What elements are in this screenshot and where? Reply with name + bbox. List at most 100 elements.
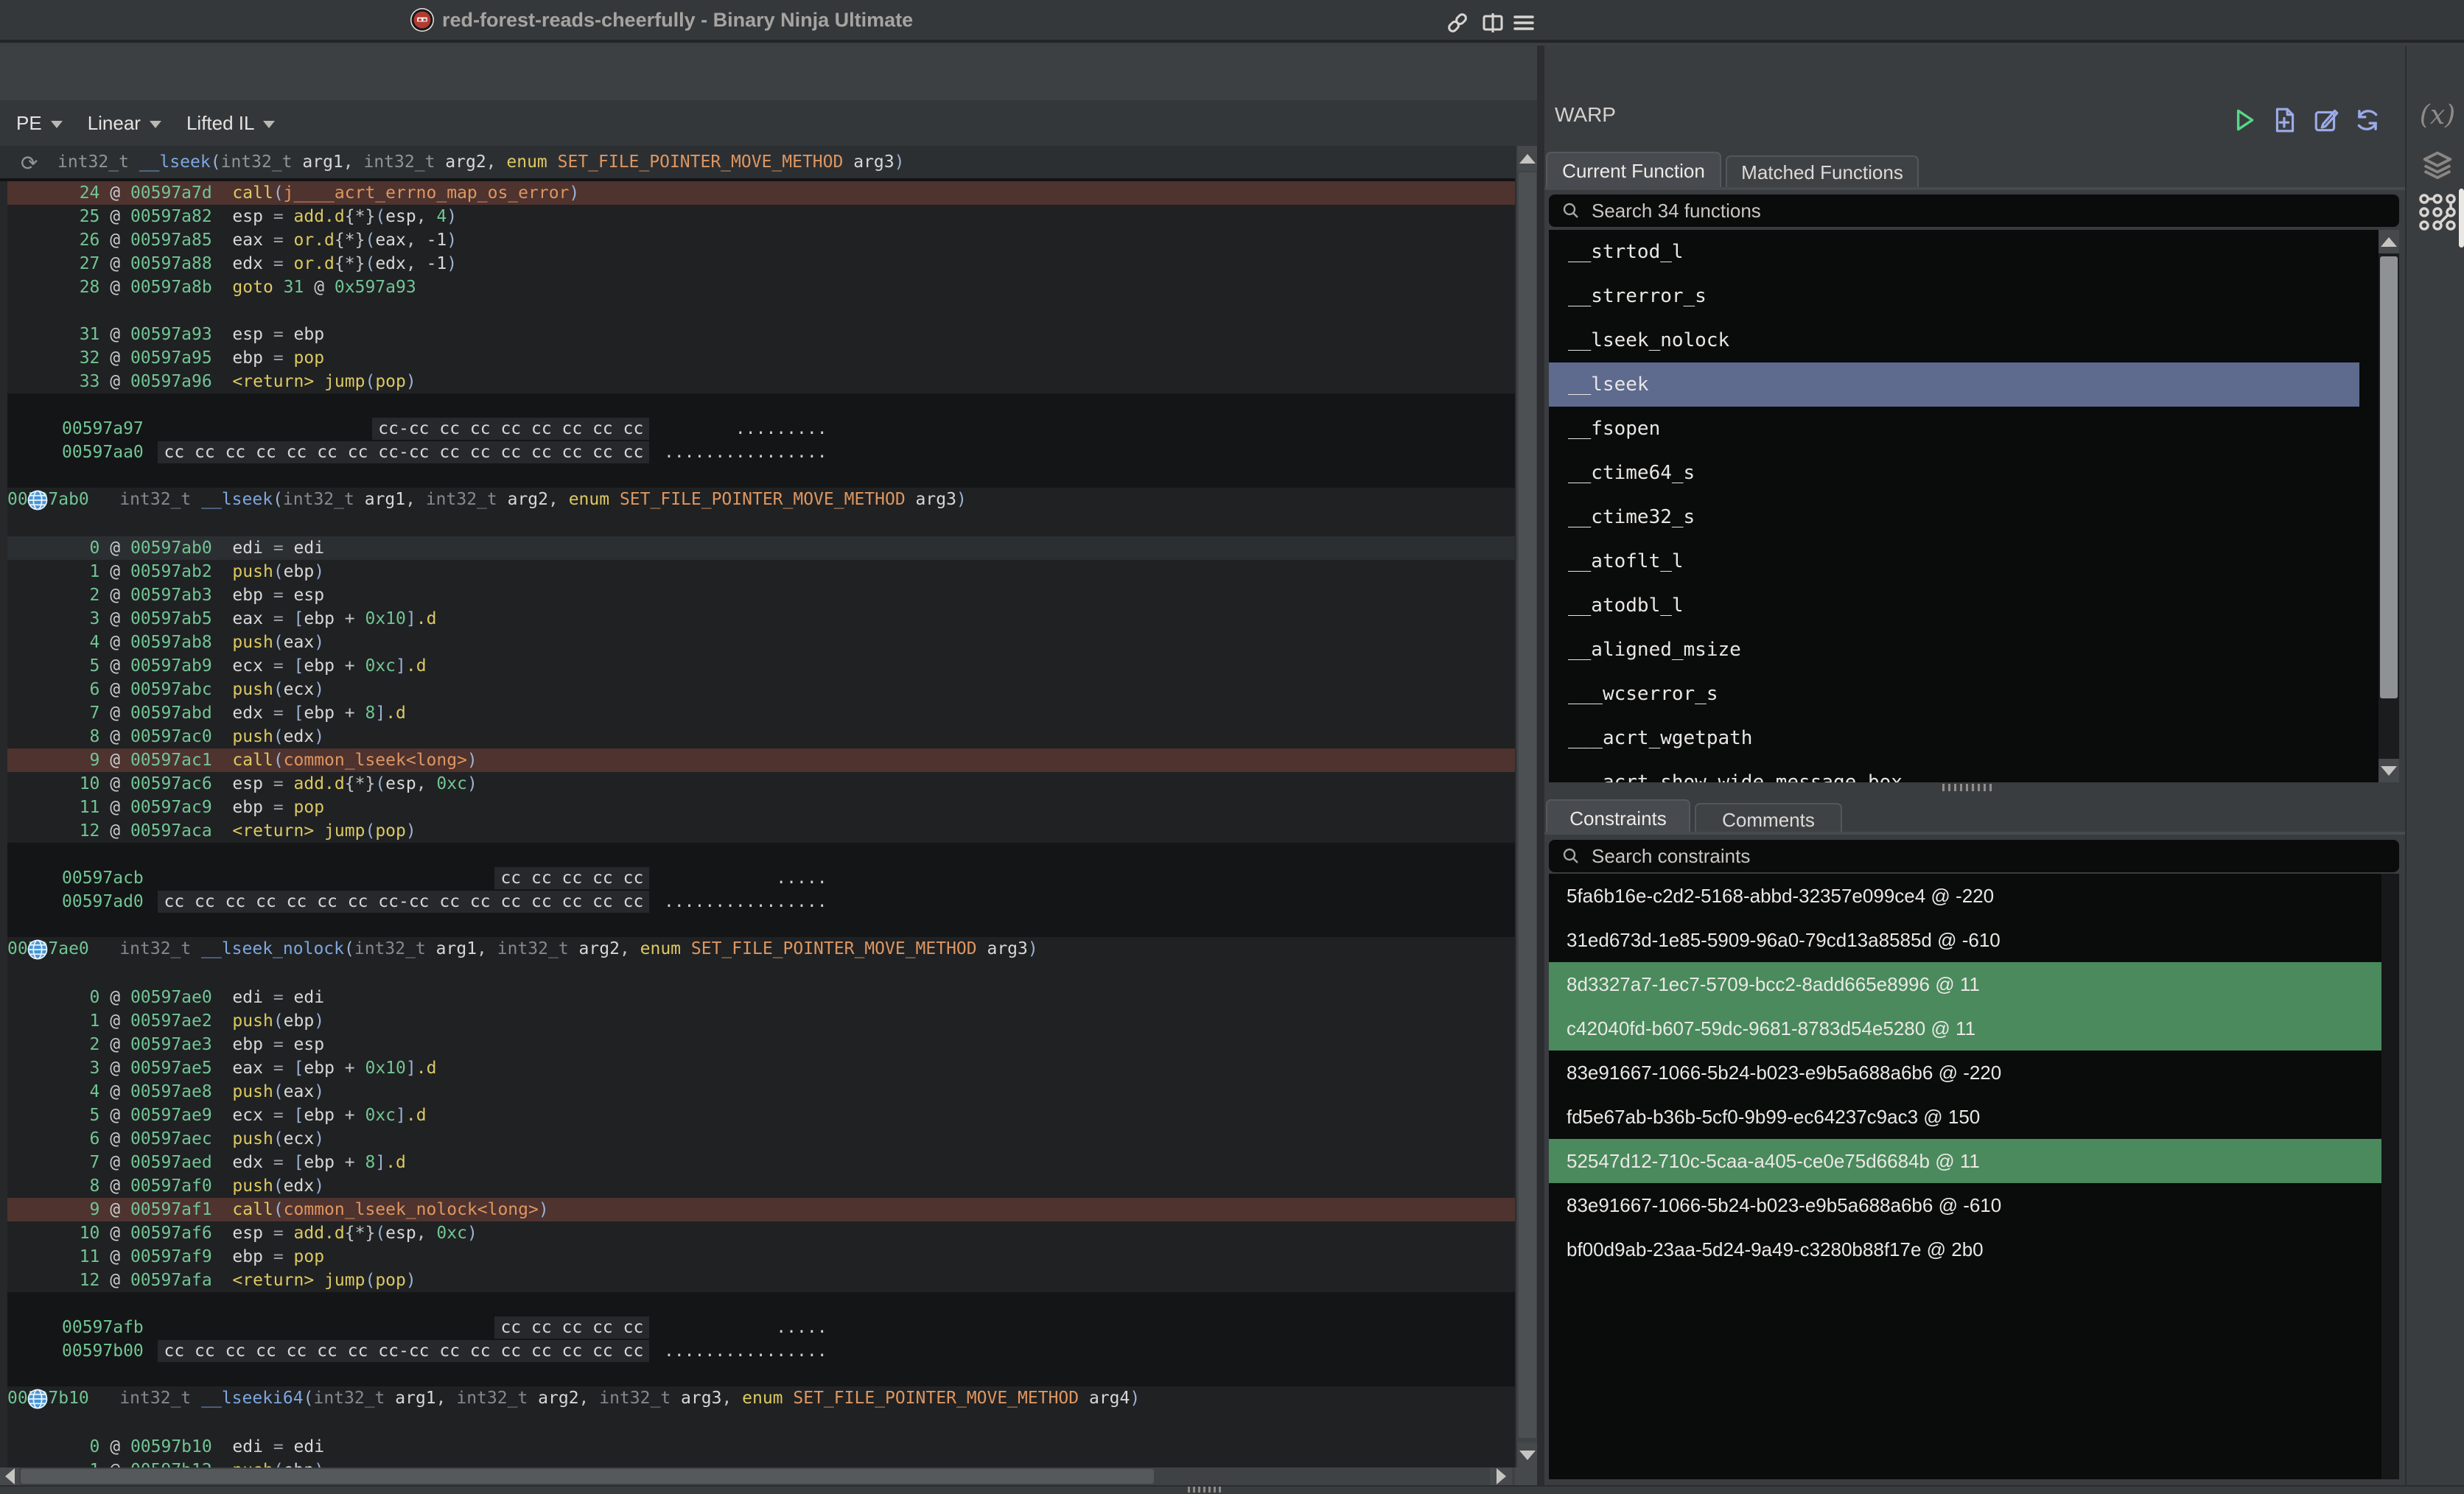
hamburger-menu-icon[interactable] — [1511, 10, 1537, 36]
constraint-search-input[interactable]: Search constraints — [1549, 840, 2399, 872]
hex-line[interactable]: 00597b00 cc cc cc cc cc cc cc cc-cc cc c… — [7, 1339, 1515, 1363]
layers-icon[interactable] — [2418, 147, 2457, 186]
code-line[interactable]: 0 @ 00597b10 edi = edi — [7, 1435, 1515, 1459]
hex-line[interactable]: 00597afb cc cc cc cc cc ..... — [7, 1316, 1515, 1339]
constraint-list[interactable]: 5fa6b16e-c2d2-5168-abbd-32357e099ce4 @ -… — [1549, 874, 2399, 1479]
function-list-item[interactable]: ___acrt_wgetpath — [1549, 716, 2359, 760]
code-line[interactable]: 6 @ 00597abc push(ecx) — [7, 678, 1515, 701]
constraint-item[interactable]: bf00d9ab-23aa-5d24-9a49-c3280b88f17e @ 2… — [1549, 1227, 2381, 1272]
link-icon[interactable] — [1444, 10, 1471, 36]
constraint-item[interactable]: 5fa6b16e-c2d2-5168-abbd-32357e099ce4 @ -… — [1549, 874, 2381, 918]
function-list-item[interactable]: __aligned_msize — [1549, 628, 2359, 672]
code-line[interactable]: 9 @ 00597af1 call(common_lseek_nolock<lo… — [7, 1198, 1515, 1221]
code-line[interactable]: 25 @ 00597a82 esp = add.d{*}(esp, 4) — [7, 205, 1515, 228]
view-layout-dropdown[interactable]: Linear — [88, 112, 161, 135]
hex-line[interactable]: 00597a97 cc-cc cc cc cc cc cc cc cc ....… — [7, 417, 1515, 441]
constraint-item[interactable]: 52547d12-710c-5caa-a405-ce0e75d6684b @ 1… — [1549, 1139, 2381, 1183]
bottom-splitter-handle[interactable] — [1188, 1487, 1222, 1493]
code-line[interactable]: 0 @ 00597ae0 edi = edi — [7, 986, 1515, 1009]
pane-splitter[interactable] — [1537, 46, 1544, 1485]
scroll-left-button[interactable] — [0, 1467, 19, 1485]
constraint-item[interactable]: 83e91667-1066-5b24-b023-e9b5a688a6b6 @ -… — [1549, 1051, 2381, 1095]
code-line[interactable]: 31 @ 00597a93 esp = ebp — [7, 323, 1515, 346]
hex-line[interactable]: 00597acb cc cc cc cc cc ..... — [7, 866, 1515, 890]
function-match-list[interactable]: __strtod_l__strerror_s__lseek_nolock__ls… — [1549, 230, 2399, 782]
code-line[interactable]: 6 @ 00597aec push(ecx) — [7, 1127, 1515, 1151]
function-header-line[interactable]: 00597b10 int32_t __lseeki64(int32_t arg1… — [7, 1386, 1515, 1410]
code-line[interactable]: 1 @ 00597b12 push(ebp) — [7, 1459, 1515, 1467]
code-line[interactable]: 11 @ 00597af9 ebp = pop — [7, 1245, 1515, 1269]
panel-splitter-handle[interactable] — [1942, 784, 1995, 791]
function-list-item[interactable]: __strtod_l — [1549, 230, 2359, 274]
warp-pattern-icon[interactable] — [2418, 193, 2457, 231]
function-list-item[interactable]: __atoflt_l — [1549, 539, 2359, 583]
constraint-item[interactable]: 8d3327a7-1ec7-5709-bcc2-8add665e8996 @ 1… — [1549, 962, 2381, 1006]
function-list-item[interactable]: __strerror_s — [1549, 274, 2359, 318]
constraint-item[interactable]: c42040fd-b607-59dc-9681-8783d54e5280 @ 1… — [1549, 1006, 2381, 1051]
function-list-item[interactable]: ___acrt_show_wide_message_box — [1549, 760, 2359, 782]
run-matcher-icon[interactable] — [2230, 106, 2258, 134]
code-line[interactable]: 8 @ 00597ac0 push(edx) — [7, 725, 1515, 748]
code-line[interactable]: 28 @ 00597a8b goto 31 @ 0x597a93 — [7, 276, 1515, 299]
expression-x-icon[interactable]: (x) — [2418, 100, 2457, 130]
function-list-item[interactable]: __ctime32_s — [1549, 495, 2359, 539]
scroll-down-button[interactable] — [2379, 759, 2399, 782]
code-line[interactable]: 1 @ 00597ab2 push(ebp) — [7, 560, 1515, 583]
split-view-icon[interactable] — [1480, 10, 1506, 36]
binary-type-dropdown[interactable]: PE — [16, 112, 63, 135]
code-line[interactable]: 26 @ 00597a85 eax = or.d{*}(eax, -1) — [7, 228, 1515, 252]
code-line[interactable]: 7 @ 00597aed edx = [ebp + 8].d — [7, 1151, 1515, 1174]
code-line[interactable]: 27 @ 00597a88 edx = or.d{*}(edx, -1) — [7, 252, 1515, 276]
code-line[interactable]: 32 @ 00597a95 ebp = pop — [7, 346, 1515, 370]
code-line[interactable]: 24 @ 00597a7d call(j____acrt_errno_map_o… — [7, 181, 1515, 205]
code-line[interactable]: 2 @ 00597ae3 ebp = esp — [7, 1033, 1515, 1056]
linear-disassembly-view[interactable]: ⟳int32_t __lseek(int32_t arg1, int32_t a… — [0, 146, 1515, 1467]
constraint-list-scrollbar[interactable] — [2381, 874, 2399, 1479]
code-line[interactable]: 5 @ 00597ab9 ecx = [ebp + 0xc].d — [7, 654, 1515, 678]
code-line[interactable]: 33 @ 00597a96 <return> jump(pop) — [7, 370, 1515, 393]
hex-line[interactable]: 00597aa0 cc cc cc cc cc cc cc cc-cc cc c… — [7, 441, 1515, 464]
sticky-function-signature[interactable]: ⟳int32_t __lseek(int32_t arg1, int32_t a… — [0, 146, 1515, 181]
code-line[interactable]: 2 @ 00597ab3 ebp = esp — [7, 583, 1515, 607]
function-list-scroll-thumb[interactable] — [2380, 256, 2398, 698]
code-line[interactable]: 10 @ 00597af6 esp = add.d{*}(esp, 0xc) — [7, 1221, 1515, 1245]
function-header-line[interactable]: 00597ae0 int32_t __lseek_nolock(int32_t … — [7, 937, 1515, 961]
vertical-scroll-thumb[interactable] — [1519, 172, 1536, 1438]
function-list-item[interactable]: __ctime64_s — [1549, 451, 2359, 495]
horizontal-scroll-thumb[interactable] — [21, 1469, 1154, 1484]
vertical-scrollbar[interactable] — [1515, 146, 1537, 1467]
constraint-item[interactable]: fd5e67ab-b36b-5cf0-9b99-ec64237c9ac3 @ 1… — [1549, 1095, 2381, 1139]
tab-matched-functions[interactable]: Matched Functions — [1726, 155, 1919, 187]
code-line[interactable]: 11 @ 00597ac9 ebp = pop — [7, 796, 1515, 819]
code-line[interactable]: 8 @ 00597af0 push(edx) — [7, 1174, 1515, 1198]
scroll-up-button[interactable] — [1518, 146, 1537, 171]
constraint-item[interactable]: 83e91667-1066-5b24-b023-e9b5a688a6b6 @ -… — [1549, 1183, 2381, 1227]
function-list-item[interactable]: __fsopen — [1549, 407, 2359, 451]
function-header-line[interactable]: 00597ab0 int32_t __lseek(int32_t arg1, i… — [7, 488, 1515, 511]
tab-current-function[interactable]: Current Function — [1546, 152, 1721, 187]
function-list-item[interactable]: __lseek — [1549, 362, 2359, 407]
code-line[interactable]: 3 @ 00597ab5 eax = [ebp + 0x10].d — [7, 607, 1515, 631]
constraint-item[interactable]: 31ed673d-1e85-5909-96a0-79cd13a8585d @ -… — [1549, 918, 2381, 962]
code-line[interactable]: 1 @ 00597ae2 push(ebp) — [7, 1009, 1515, 1033]
scroll-down-button[interactable] — [1518, 1442, 1537, 1467]
il-level-dropdown[interactable]: Lifted IL — [186, 112, 276, 135]
hex-line[interactable]: 00597ad0 cc cc cc cc cc cc cc cc-cc cc c… — [7, 890, 1515, 913]
edit-icon[interactable] — [2312, 106, 2340, 134]
tab-constraints[interactable]: Constraints — [1546, 799, 1690, 835]
function-list-item[interactable]: ___wcserror_s — [1549, 672, 2359, 716]
code-line[interactable]: 0 @ 00597ab0 edi = edi — [7, 536, 1515, 560]
refresh-icon[interactable] — [2353, 106, 2381, 134]
tab-comments[interactable]: Comments — [1695, 803, 1842, 835]
code-line[interactable]: 9 @ 00597ac1 call(common_lseek<long>) — [7, 748, 1515, 772]
horizontal-scrollbar[interactable] — [0, 1467, 1537, 1485]
function-list-item[interactable]: __atodbl_l — [1549, 583, 2359, 628]
code-line[interactable]: 12 @ 00597aca <return> jump(pop) — [7, 819, 1515, 843]
code-line[interactable]: 4 @ 00597ae8 push(eax) — [7, 1080, 1515, 1104]
function-search-input[interactable]: Search 34 functions — [1549, 194, 2399, 227]
scroll-right-button[interactable] — [1490, 1467, 1512, 1485]
function-list-item[interactable]: __lseek_nolock — [1549, 318, 2359, 362]
scroll-up-button[interactable] — [2379, 230, 2399, 253]
code-line[interactable]: 10 @ 00597ac6 esp = add.d{*}(esp, 0xc) — [7, 772, 1515, 796]
code-line[interactable]: 4 @ 00597ab8 push(eax) — [7, 631, 1515, 654]
